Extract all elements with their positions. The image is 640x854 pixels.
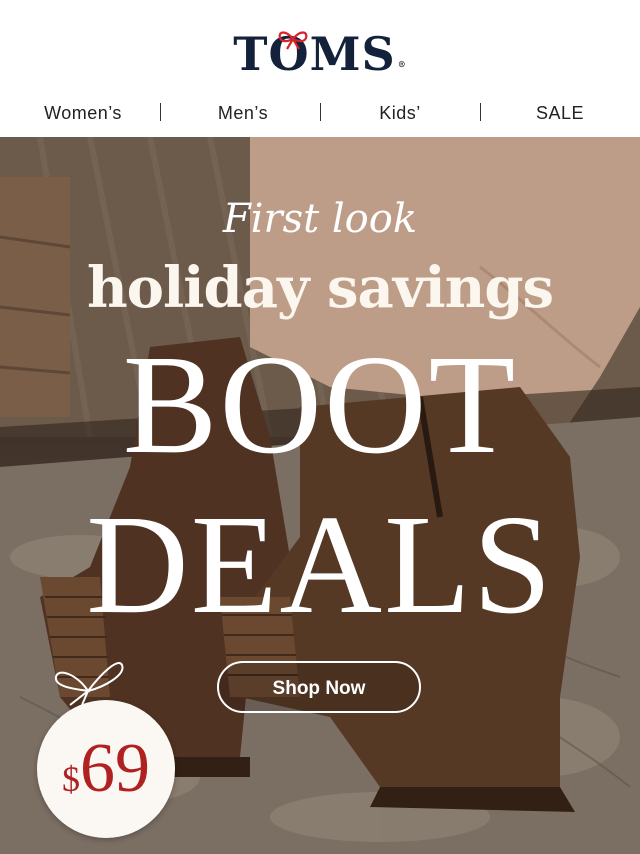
nav-item-sale[interactable]: SALE	[520, 98, 600, 128]
nav-divider	[320, 103, 321, 121]
email-page: TOMS ® Women’s Men’s Kids’ SALE First lo…	[0, 0, 640, 854]
brand-logo[interactable]: TOMS ®	[0, 26, 640, 82]
nav-item-womens[interactable]: Women’s	[30, 98, 136, 128]
header: TOMS ® Women’s Men’s Kids’ SALE	[0, 0, 640, 137]
main-nav: Women’s Men’s Kids’ SALE	[0, 98, 640, 128]
logo-text: TOMS	[233, 27, 396, 81]
nav-item-mens[interactable]: Men’s	[196, 98, 290, 128]
registered-mark: ®	[397, 59, 407, 69]
nav-divider	[480, 103, 481, 121]
ornament-bow-icon	[54, 662, 124, 706]
hero-banner[interactable]: First look holiday savings BOOT DEALS Sh…	[0, 137, 640, 854]
price-amount: 69	[80, 730, 150, 807]
price-text: $69	[37, 730, 175, 808]
shop-now-button[interactable]: Shop Now	[217, 661, 421, 713]
price-currency: $	[62, 759, 80, 799]
hero-script-heading: First look	[222, 196, 418, 242]
hero-headline-line-2: DEALS	[86, 485, 554, 643]
nav-divider	[160, 103, 161, 121]
price-badge: $69	[37, 700, 175, 838]
hero-heading: holiday savings	[86, 255, 554, 321]
ribbon-bow-icon	[278, 31, 308, 50]
hero-headline-line-1: BOOT	[122, 325, 518, 483]
nav-item-kids[interactable]: Kids’	[360, 98, 440, 128]
